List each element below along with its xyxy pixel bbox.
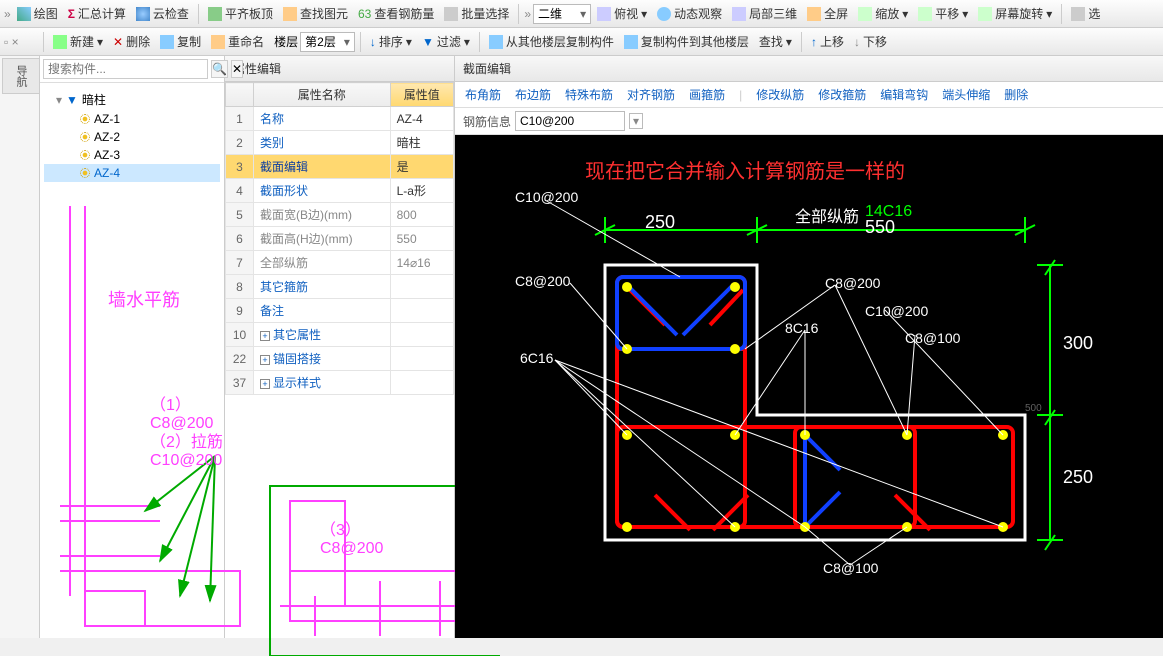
- st-4[interactable]: 画箍筋: [689, 86, 725, 103]
- st-9[interactable]: 删除: [1004, 86, 1028, 103]
- lbl-c8-100-b: C8@100: [823, 560, 878, 576]
- rebar-dd-icon[interactable]: ▾: [629, 113, 643, 129]
- lbl-c8-200-b: C8@200: [825, 275, 880, 291]
- left-dock: 导航: [0, 56, 40, 638]
- tb-find-elem[interactable]: 查找图元: [279, 3, 352, 24]
- tb-zoom[interactable]: 缩放 ▾: [854, 3, 912, 24]
- tree-leaf-az1[interactable]: AZ-1: [44, 110, 220, 128]
- tb-copy-from-floor[interactable]: 从其他楼层复制构件: [485, 31, 618, 52]
- view-mode-dropdown[interactable]: 二维 ▾: [533, 4, 591, 24]
- tb-align-top[interactable]: 平齐板顶: [204, 3, 277, 24]
- tb-orbit[interactable]: 动态观察: [653, 3, 726, 24]
- tb-local-3d[interactable]: 局部三维: [728, 3, 801, 24]
- search-button[interactable]: 🔍: [211, 60, 228, 78]
- tb-copy-to-floor[interactable]: 复制构件到其他楼层: [620, 31, 753, 52]
- tb-fullscreen[interactable]: 全屏: [803, 3, 852, 24]
- tb-copy[interactable]: 复制: [156, 31, 205, 52]
- tb-sel[interactable]: 选: [1067, 3, 1104, 24]
- tb-rotate[interactable]: 屏幕旋转 ▾: [974, 3, 1056, 24]
- search-input[interactable]: [43, 59, 208, 79]
- tb-batch-sel[interactable]: 批量选择: [440, 3, 513, 24]
- tb-move-down[interactable]: ↓下移: [850, 31, 891, 52]
- lbl-dim250a: 250: [645, 212, 675, 233]
- left-annotation-svg: [40, 196, 500, 656]
- st-3[interactable]: 对齐钢筋: [627, 86, 675, 103]
- ann-2: （2）拉筋C10@200: [150, 428, 224, 470]
- section-viewport[interactable]: 现在把它合并输入计算钢筋是一样的: [455, 135, 1163, 638]
- ann-wall-horiz: 墙水平筋: [108, 286, 180, 312]
- lbl-dim250b: 250: [1063, 467, 1093, 488]
- tb-sum[interactable]: Σ汇总计算: [64, 3, 130, 24]
- search-clear[interactable]: ✕: [231, 60, 243, 78]
- prop-row[interactable]: 1名称AZ-4: [226, 107, 454, 131]
- st-7[interactable]: 编辑弯钩: [880, 86, 928, 103]
- tb-cloud[interactable]: 云检查: [132, 3, 193, 24]
- tb-filter[interactable]: ▼过滤 ▾: [418, 31, 474, 52]
- prop-row[interactable]: 3截面编辑是: [226, 155, 454, 179]
- tb-pan[interactable]: 平移 ▾: [914, 3, 972, 24]
- lbl-all-long: 全部纵筋: [795, 203, 859, 227]
- floor-dropdown[interactable]: 第2层 ▾: [300, 32, 355, 52]
- prop-row[interactable]: 2类别暗柱: [226, 131, 454, 155]
- main-toolbar-2: ▫ × 新建 ▾ ✕删除 复制 重命名 楼层 第2层 ▾ ↓排序 ▾ ▼过滤 ▾…: [0, 28, 1163, 56]
- lbl-dim300: 300: [1063, 333, 1093, 354]
- tb-view-rebar[interactable]: 63查看钢筋量: [354, 3, 438, 24]
- lbl-c8-200-a: C8@200: [515, 273, 570, 289]
- tb-move-up[interactable]: ↑上移: [807, 31, 848, 52]
- tb-draw[interactable]: 绘图: [13, 3, 62, 24]
- tb-find[interactable]: 查找 ▾: [755, 31, 796, 52]
- ann-1: （1）C8@200: [150, 391, 224, 433]
- section-panel: 截面编辑 布角筋 布边筋 特殊布筋 对齐钢筋 画箍筋 | 修改纵筋 修改箍筋 编…: [455, 56, 1163, 638]
- st-5[interactable]: 修改纵筋: [756, 86, 804, 103]
- lbl-tick500: 500: [1025, 403, 1042, 414]
- col-name: 属性名称: [254, 83, 391, 107]
- tb-top-view[interactable]: 俯视 ▾: [593, 3, 651, 24]
- st-8[interactable]: 端头伸缩: [942, 86, 990, 103]
- ann-3: （3）C8@200: [320, 516, 383, 558]
- st-1[interactable]: 布边筋: [515, 86, 551, 103]
- st-6[interactable]: 修改箍筋: [818, 86, 866, 103]
- lbl-c8-100-a: C8@100: [905, 330, 960, 346]
- tb-rename[interactable]: 重命名: [207, 31, 268, 52]
- rebar-info-label: 钢筋信息: [463, 113, 511, 130]
- nav-tab[interactable]: 导航: [2, 58, 40, 94]
- tb-new[interactable]: 新建 ▾: [49, 31, 107, 52]
- prop-title: 属性编辑: [225, 56, 454, 82]
- section-toolbar: 布角筋 布边筋 特殊布筋 对齐钢筋 画箍筋 | 修改纵筋 修改箍筋 编辑弯钩 端…: [455, 82, 1163, 108]
- lbl-dim550: 550: [865, 217, 895, 238]
- section-title: 截面编辑: [455, 56, 1163, 82]
- col-val: 属性值: [390, 83, 453, 107]
- lbl-8c16: 8C16: [785, 320, 818, 336]
- tb-sort[interactable]: ↓排序 ▾: [366, 31, 416, 52]
- st-0[interactable]: 布角筋: [465, 86, 501, 103]
- st-2[interactable]: 特殊布筋: [565, 86, 613, 103]
- tree-root[interactable]: ▾▼暗柱: [44, 89, 220, 110]
- component-tree: ▾▼暗柱 AZ-1 AZ-2 AZ-3 AZ-4: [40, 83, 224, 188]
- tree-leaf-az4[interactable]: AZ-4: [44, 164, 220, 182]
- tree-leaf-az2[interactable]: AZ-2: [44, 128, 220, 146]
- tree-panel: 🔍 ✕ ▾▼暗柱 AZ-1 AZ-2 AZ-3 AZ-4: [40, 56, 225, 638]
- tb-delete[interactable]: ✕删除: [109, 31, 154, 52]
- floor-label: 楼层: [274, 33, 298, 50]
- tree-leaf-az3[interactable]: AZ-3: [44, 146, 220, 164]
- main-toolbar-1: » 绘图 Σ汇总计算 云检查 平齐板顶 查找图元 63查看钢筋量 批量选择 » …: [0, 0, 1163, 28]
- lbl-c10-200-b: C10@200: [865, 303, 928, 319]
- rebar-info-input[interactable]: [515, 111, 625, 131]
- lbl-6c16: 6C16: [520, 350, 553, 366]
- lbl-c10-200-a: C10@200: [515, 189, 578, 205]
